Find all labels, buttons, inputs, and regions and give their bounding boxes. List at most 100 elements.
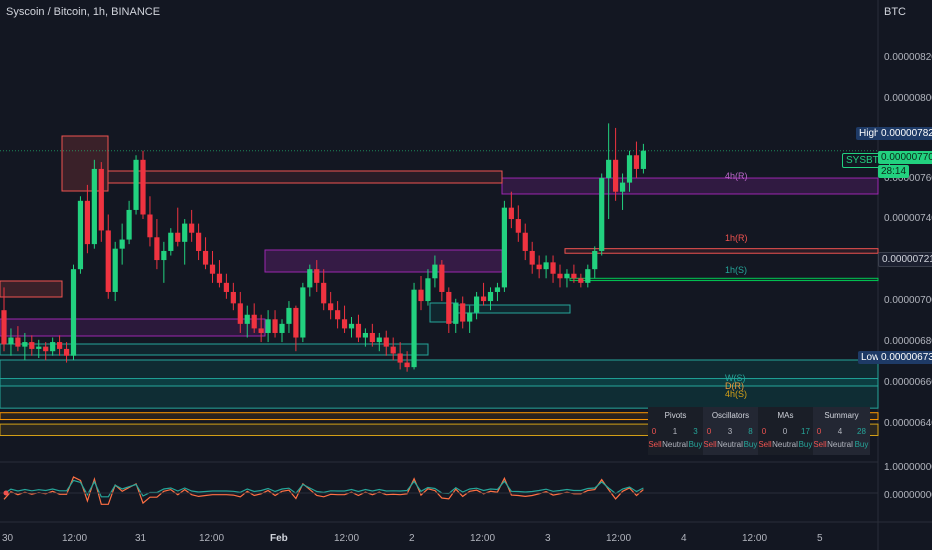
candle-body <box>133 159 139 210</box>
time-label: 12:00 <box>62 533 88 544</box>
price-tick: 0.00000680 <box>884 336 932 347</box>
candle-body <box>1 310 7 345</box>
candle-body <box>640 150 646 169</box>
chart-stage[interactable]: Syscoin / Bitcoin, 1h, BINANCE BTC 0.000… <box>0 0 932 550</box>
candle-body <box>494 287 501 292</box>
chart-canvas[interactable] <box>0 0 932 550</box>
candle-body <box>105 230 111 292</box>
zone-label-1h-r: 1h(R) <box>725 233 748 243</box>
oscillators-buy-label: Buy <box>743 440 758 449</box>
time-label: 3 <box>545 533 551 544</box>
candle-body <box>425 278 431 302</box>
oscillators-neutral-label: Neutral <box>717 440 743 449</box>
candle-body <box>182 223 188 242</box>
candle-body <box>480 296 487 302</box>
pivots-buy-label: Buy <box>688 440 703 449</box>
pivots-buy-count: 3 <box>693 427 698 436</box>
zone-label-1h-s: 1h(S) <box>725 265 748 275</box>
candle-body <box>474 296 480 313</box>
mas-neutral-count: 0 <box>782 427 788 436</box>
candle-body <box>369 332 375 343</box>
candle-body <box>161 250 167 261</box>
candle-body <box>411 289 417 368</box>
osc-tick: 0.00000000 <box>884 490 932 501</box>
candle-body <box>606 159 612 179</box>
sr-zone-0 <box>501 177 879 195</box>
candle-body <box>460 303 466 322</box>
candle-body <box>175 232 181 242</box>
price-tick: 0.00000660 <box>884 377 932 388</box>
high-value: 0.00000782 <box>878 127 932 140</box>
summary-sell-count: 0 <box>816 427 822 436</box>
candle-body <box>446 291 452 324</box>
time-label: 31 <box>135 533 147 544</box>
time-label: 5 <box>817 533 823 544</box>
time-label: 12:00 <box>742 533 768 544</box>
candle-body <box>522 232 528 251</box>
candle-body <box>390 346 396 354</box>
candle-body <box>202 250 209 265</box>
candle-body <box>613 159 619 192</box>
candle-body <box>355 323 362 338</box>
indicator-box-3 <box>0 318 266 337</box>
candle-body <box>543 262 549 270</box>
candle-body <box>293 307 299 338</box>
candle-body <box>272 319 278 333</box>
osc-dot <box>3 490 9 496</box>
candle-body <box>50 342 56 352</box>
candle-body <box>36 346 42 349</box>
sr-zone-1 <box>564 248 879 254</box>
candle-body <box>223 282 229 292</box>
time-label: 12:00 <box>470 533 496 544</box>
candle-body <box>265 319 271 333</box>
time-label: Feb <box>270 533 288 544</box>
candle-body <box>348 323 355 329</box>
candle-body <box>383 337 389 347</box>
candle-body <box>43 346 49 352</box>
time-label: 4 <box>681 533 687 544</box>
zone-label-4h-s: 4h(S) <box>725 389 748 399</box>
candle-body <box>154 237 160 261</box>
summary-neutral-count: 4 <box>837 427 843 436</box>
mas-buy-label: Buy <box>798 440 813 449</box>
candle-body <box>508 207 514 220</box>
candle-body <box>98 168 104 231</box>
candle-body <box>237 303 243 324</box>
candle-body <box>341 319 348 329</box>
mas-header: MAs <box>777 411 794 420</box>
candle-body <box>501 207 507 288</box>
candle-body <box>126 209 132 240</box>
oscillator-pane <box>0 476 878 505</box>
candle-body <box>599 178 605 251</box>
candle-body <box>376 337 382 343</box>
candle-body <box>63 348 70 356</box>
candle-body <box>619 182 626 192</box>
candle-body <box>328 303 334 311</box>
candle-body <box>147 214 153 238</box>
candle-body <box>397 353 403 363</box>
candle-body <box>8 337 14 345</box>
signals-table: Pivots Oscillators MAs Summary 0 1 3 Sel… <box>648 407 870 455</box>
candle-body <box>216 273 223 283</box>
candle-body <box>112 248 118 292</box>
bar-countdown: 28:14 <box>878 165 910 178</box>
candle-body <box>633 155 640 169</box>
candle-body <box>578 278 584 283</box>
oscillators-buy-count: 8 <box>748 427 753 436</box>
time-label: 30 <box>2 533 14 544</box>
chart-title: Syscoin / Bitcoin, 1h, BINANCE <box>6 6 161 18</box>
candle-body <box>487 291 494 302</box>
summary-header: Summary <box>824 411 859 420</box>
candle-body <box>592 250 598 270</box>
candle-body <box>571 273 577 279</box>
candle-body <box>57 342 63 349</box>
candle-body <box>230 291 236 304</box>
pivots-neutral-count: 1 <box>672 427 678 436</box>
candle-body <box>453 303 459 324</box>
candle-body <box>557 273 563 279</box>
time-label: 12:00 <box>199 533 225 544</box>
mas-neutral-label: Neutral <box>772 440 798 449</box>
candle-body <box>91 168 97 245</box>
osc-line <box>3 476 644 505</box>
axis-currency: BTC <box>884 6 906 18</box>
